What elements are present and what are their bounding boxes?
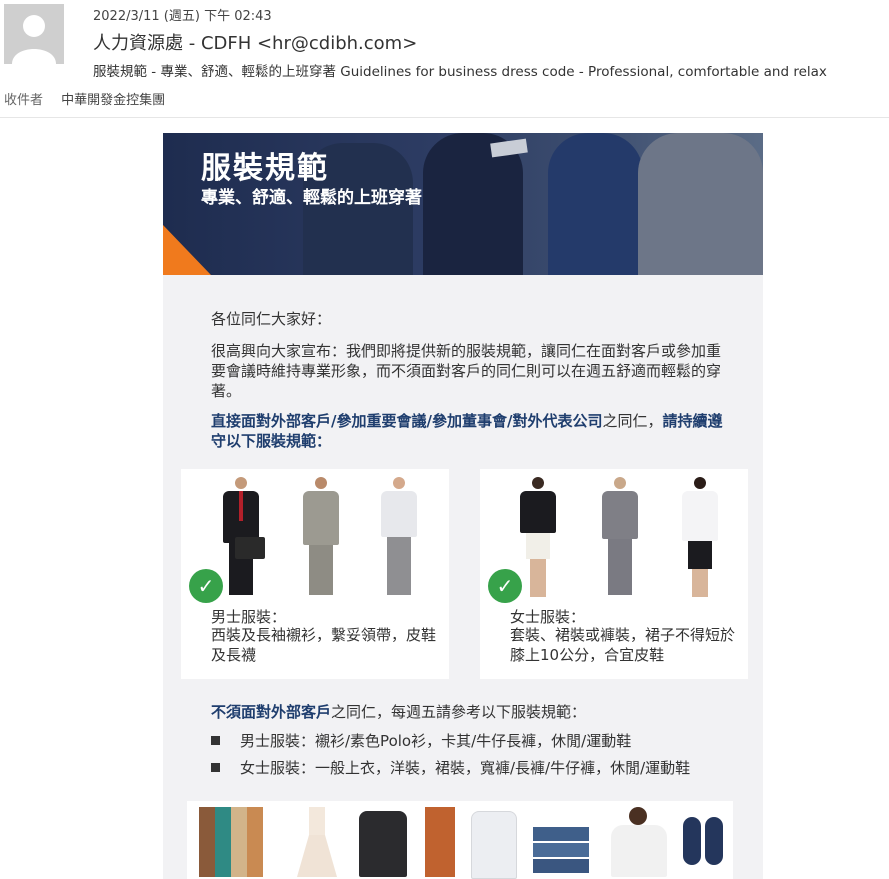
- intro-paragraph: 很高興向大家宣布：我們即將提供新的服裝規範，讓同仁在面對客戶或參加重要會議時維持…: [211, 342, 722, 400]
- formal-instruction: 直接面對外部客戶/參加重要會議/參加董事會/對外代表公司之同仁，請持續遵守以下服…: [211, 411, 731, 451]
- casual-instruction-bold: 不須面對外部客戶: [211, 703, 332, 721]
- man-suit-figure: [221, 477, 265, 597]
- approved-check-icon: ✓: [488, 569, 522, 603]
- jeans-image: [533, 807, 589, 877]
- casual-instruction: 不須面對外部客戶之同仁，每週五請參考以下服裝規範：: [211, 701, 586, 722]
- formal-instruction-rest: 之同仁，: [602, 412, 663, 430]
- greeting: 各位同仁大家好：: [211, 310, 332, 328]
- woman-pantsuit-figure: [600, 477, 640, 597]
- recipient-label: 收件者: [4, 93, 44, 108]
- casual-clothing-strip: [187, 801, 733, 879]
- header-divider: [0, 117, 889, 118]
- wide-pants-image: [425, 807, 455, 877]
- email-body: 服裝規範 專業、舒適、輕鬆的上班穿著 各位同仁大家好： 很高興向大家宣布：我們即…: [163, 133, 763, 879]
- man-shirt-figure: [379, 477, 419, 597]
- banner-figure: [638, 133, 763, 275]
- woman-blazer-figure: [518, 477, 558, 597]
- banner-orange-accent: [163, 225, 211, 275]
- chinos-image: [199, 807, 265, 877]
- list-item: 女士服裝：一般上衣，洋裝，裙裝，寬褲/長褲/牛仔褲，休閒/運動鞋: [211, 755, 690, 782]
- sweater-image: [607, 807, 671, 877]
- polo-shirt-image: [359, 807, 407, 877]
- dress-image: [297, 807, 337, 877]
- banner-subtitle: 專業、舒適、輕鬆的上班穿著: [201, 188, 422, 208]
- woman-skirt-figure: [680, 477, 720, 597]
- list-item: 男士服裝：襯衫/素色Polo衫，卡其/牛仔長褲，休閒/運動鞋: [211, 728, 690, 755]
- loafers-image: [683, 807, 727, 867]
- sender-avatar[interactable]: [4, 4, 64, 64]
- casual-bullet-list: 男士服裝：襯衫/素色Polo衫，卡其/牛仔長褲，休閒/運動鞋 女士服裝：一般上衣…: [211, 728, 690, 782]
- email-header: 2022/3/11 (週五) 下午 02:43 人力資源處 - CDFH <hr…: [0, 0, 889, 118]
- email-date: 2022/3/11 (週五) 下午 02:43: [93, 9, 272, 24]
- white-shirt-image: [471, 807, 517, 879]
- man-grey-suit-figure: [301, 477, 341, 597]
- women-formal-desc: 套裝、裙裝或褲裝，裙子不得短於膝上10公分，合宜皮鞋: [510, 626, 736, 664]
- email-sender[interactable]: 人力資源處 - CDFH <hr@cdibh.com>: [93, 29, 417, 55]
- bullet-square-icon: [211, 763, 220, 772]
- banner-title: 服裝規範: [201, 151, 329, 186]
- men-formal-card: ✓ 男士服裝： 西裝及長袖襯衫，繫妥領帶，皮鞋及長襪: [181, 469, 449, 679]
- formal-instruction-bold: 直接面對外部客戶/參加重要會議/參加董事會/對外代表公司: [211, 412, 603, 430]
- recipient-name[interactable]: 中華開發金控集團: [61, 93, 165, 108]
- briefcase-icon: [235, 537, 265, 559]
- men-formal-label: 男士服裝：: [211, 608, 287, 626]
- women-formal-label: 女士服裝：: [510, 608, 586, 626]
- bullet-square-icon: [211, 736, 220, 745]
- approved-check-icon: ✓: [189, 569, 223, 603]
- recipient-row: 收件者 中華開發金控集團: [4, 89, 165, 108]
- women-formal-card: ✓ 女士服裝： 套裝、裙裝或褲裝，裙子不得短於膝上10公分，合宜皮鞋: [480, 469, 748, 679]
- email-subject: 服裝規範 - 專業、舒適、輕鬆的上班穿著 Guidelines for busi…: [93, 64, 827, 80]
- banner-figure: [548, 133, 643, 275]
- casual-instruction-rest: 之同仁，每週五請參考以下服裝規範：: [331, 703, 587, 721]
- dress-code-banner: 服裝規範 專業、舒適、輕鬆的上班穿著: [163, 133, 763, 275]
- men-formal-desc: 西裝及長袖襯衫，繫妥領帶，皮鞋及長襪: [211, 626, 437, 664]
